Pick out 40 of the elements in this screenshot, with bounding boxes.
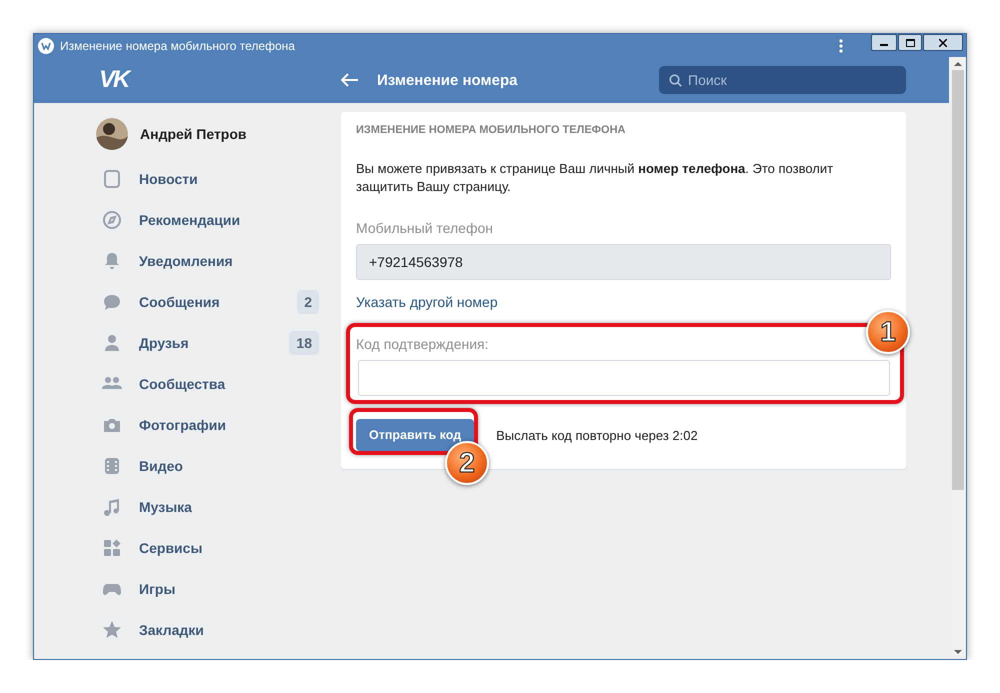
- sidebar-item[interactable]: Сообщества: [89, 363, 326, 404]
- resend-text: Выслать код повторно через 2:02: [496, 428, 698, 442]
- count-badge: 2: [297, 290, 319, 314]
- maximize-button[interactable]: [898, 34, 922, 51]
- profile-name[interactable]: Андрей Петров: [140, 126, 247, 142]
- sidebar-item[interactable]: Видео: [89, 445, 326, 486]
- sidebar-item[interactable]: Музыка: [89, 486, 326, 527]
- sidebar-item[interactable]: Рекомендации: [89, 199, 326, 240]
- scroll-down-icon[interactable]: [954, 650, 962, 655]
- change-number-link[interactable]: Указать другой номер: [356, 294, 498, 310]
- count-badge: 18: [289, 330, 319, 354]
- close-icon: [939, 38, 947, 46]
- search-field[interactable]: Поиск: [659, 66, 906, 94]
- app-icon: [38, 38, 54, 54]
- window-title: Изменение номера мобильного телефона: [60, 38, 296, 52]
- field-label: Код подтверждения:: [356, 336, 489, 352]
- description-text: Вы можете привязать к странице Ваш личный номер телефона. Это позволит защитить Вашу страницу.: [356, 160, 834, 196]
- sidebar-item[interactable]: Игры: [89, 568, 326, 609]
- back-icon[interactable]: [341, 73, 359, 87]
- sidebar-item[interactable]: Уведомления: [89, 240, 326, 281]
- close-button[interactable]: [923, 34, 963, 51]
- field-label: Мобильный телефон: [356, 220, 493, 236]
- scroll-up-icon[interactable]: [954, 61, 962, 66]
- page-title: Изменение номера: [377, 72, 518, 88]
- sidebar-item[interactable]: Закладки: [89, 609, 326, 650]
- send-code-button[interactable]: Отправить код: [356, 419, 474, 451]
- sidebar-item[interactable]: Новости: [89, 158, 326, 199]
- avatar[interactable]: [96, 118, 128, 150]
- card-heading: ИЗМЕНЕНИЕ НОМЕРА МОБИЛЬНОГО ТЕЛЕФОНА: [356, 124, 626, 136]
- logo[interactable]: VK: [89, 66, 326, 94]
- sidebar-item[interactable]: Фотографии: [89, 404, 326, 445]
- minimize-button[interactable]: [871, 34, 897, 51]
- maximize-icon: [906, 38, 914, 46]
- sidebar-item[interactable]: Сервисы: [89, 527, 326, 568]
- sidebar-item[interactable]: Друзья 18: [89, 322, 326, 363]
- step-number: 2: [445, 441, 489, 485]
- more-icon[interactable]: [839, 38, 843, 52]
- code-field[interactable]: [358, 360, 890, 396]
- sidebar-item[interactable]: Сообщения 2: [89, 281, 326, 322]
- scrollbar[interactable]: [949, 57, 966, 659]
